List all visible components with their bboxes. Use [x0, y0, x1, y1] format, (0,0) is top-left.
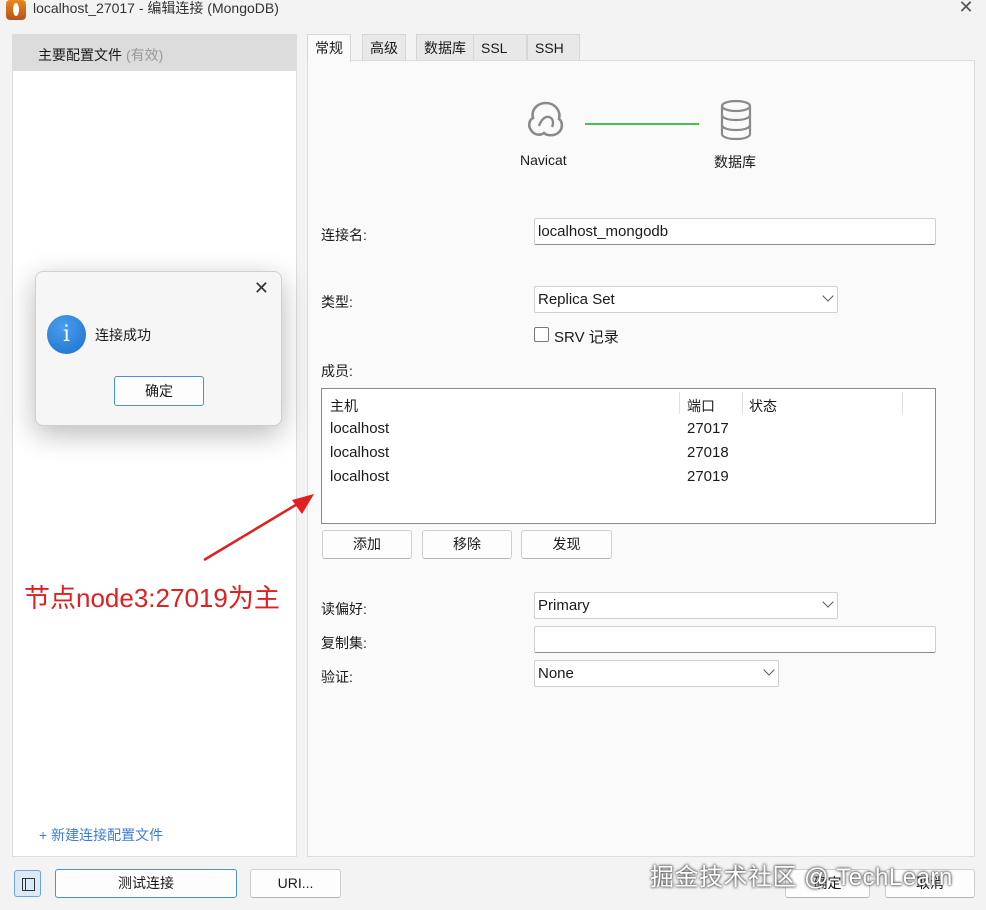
test-connection-button[interactable]: 测试连接	[55, 869, 237, 898]
window-close-button[interactable]: ✕	[954, 0, 978, 20]
connection-diagram: Navicat 数据库	[308, 61, 976, 191]
watermark: 掘金技术社区 @ TechLearn	[650, 864, 953, 891]
type-label: 类型:	[321, 294, 353, 310]
srv-record-label: SRV 记录	[554, 329, 619, 346]
new-profile-link[interactable]: + 新建连接配置文件	[39, 825, 163, 845]
member-host[interactable]: localhost	[330, 468, 389, 485]
tab-ssl[interactable]: SSL	[473, 34, 527, 61]
column-header-port[interactable]: 端口	[687, 396, 715, 416]
authentication-value: None	[538, 665, 574, 682]
database-icon	[720, 99, 752, 141]
navicat-logo-icon	[527, 101, 564, 137]
dialog-ok-button[interactable]: 确定	[114, 376, 204, 406]
uri-button[interactable]: URI...	[250, 869, 341, 898]
database-label: 数据库	[714, 154, 756, 170]
chevron-down-icon	[822, 596, 834, 608]
type-select[interactable]: Replica Set	[534, 286, 838, 313]
column-header-host[interactable]: 主机	[330, 396, 358, 416]
annotation-arrow-icon	[203, 494, 314, 562]
column-divider	[902, 392, 903, 414]
read-preference-label: 读偏好:	[321, 601, 367, 617]
annotation-label: 节点node3:27019为主	[24, 583, 280, 613]
profile-sidebar: 主要配置文件 (有效) + 新建连接配置文件	[12, 34, 297, 857]
tab-general[interactable]: 常规	[307, 34, 351, 62]
connection-name-label: 连接名:	[321, 227, 367, 243]
navicat-label: Navicat	[520, 152, 567, 168]
replica-set-label: 复制集:	[321, 635, 367, 651]
chevron-down-icon	[763, 664, 775, 676]
column-header-status[interactable]: 状态	[749, 396, 777, 416]
member-port[interactable]: 27019	[687, 468, 729, 485]
member-port[interactable]: 27018	[687, 444, 729, 461]
checkbox-box[interactable]	[534, 327, 549, 342]
member-host[interactable]: localhost	[330, 420, 389, 437]
profile-item-main[interactable]: 主要配置文件 (有效)	[13, 35, 296, 71]
dialog-message: 连接成功	[95, 327, 151, 343]
connection-name-input[interactable]	[534, 218, 936, 245]
chevron-down-icon	[822, 290, 834, 302]
members-label: 成员:	[321, 363, 353, 379]
sidebar-toggle-icon[interactable]	[14, 870, 41, 897]
remove-member-button[interactable]: 移除	[422, 530, 512, 559]
connection-line	[585, 123, 699, 125]
authentication-label: 验证:	[321, 669, 353, 685]
authentication-select[interactable]: None	[534, 660, 779, 687]
read-preference-value: Primary	[538, 597, 590, 614]
navicat-app-icon	[6, 0, 26, 20]
profile-status: (有效)	[126, 47, 164, 63]
tab-advanced[interactable]: 高级	[362, 34, 406, 61]
read-preference-select[interactable]: Primary	[534, 592, 838, 619]
tab-ssh[interactable]: SSH	[527, 34, 580, 61]
member-host[interactable]: localhost	[330, 444, 389, 461]
add-member-button[interactable]: 添加	[322, 530, 412, 559]
member-port[interactable]: 27017	[687, 420, 729, 437]
general-panel: Navicat 数据库 连接名: 类型: Replica Set SRV 记录 …	[307, 60, 975, 857]
dialog-close-button[interactable]: ✕	[254, 278, 269, 299]
tab-database[interactable]: 数据库	[416, 34, 474, 61]
profile-item-label: 主要配置文件 (有效)	[38, 47, 164, 63]
info-icon: i	[47, 315, 86, 354]
title-bar: localhost_27017 - 编辑连接 (MongoDB) ✕	[0, 0, 986, 30]
column-divider	[742, 392, 743, 414]
connection-success-dialog: ✕ i 连接成功 确定	[35, 271, 282, 426]
column-divider	[679, 392, 680, 414]
replica-set-input[interactable]	[534, 626, 936, 653]
window-title: localhost_27017 - 编辑连接 (MongoDB)	[33, 0, 279, 16]
members-table[interactable]: 主机 端口 状态 localhost 27017 localhost 27018…	[321, 388, 936, 524]
discover-members-button[interactable]: 发现	[521, 530, 612, 559]
type-select-value: Replica Set	[538, 291, 615, 308]
